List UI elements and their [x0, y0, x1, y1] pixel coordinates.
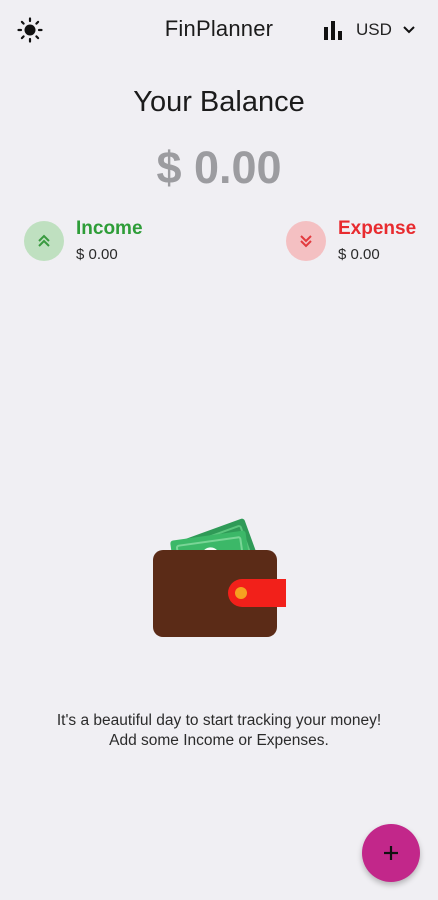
expense-value: $ 0.00	[338, 246, 380, 263]
plus-icon	[384, 846, 398, 860]
chevron-down-icon	[403, 26, 415, 34]
bar-chart-icon	[324, 21, 342, 40]
income-value: $ 0.00	[76, 246, 118, 263]
currency-dropdown[interactable]: USD	[356, 18, 416, 42]
income-icon-badge	[24, 221, 64, 261]
expense-label: Expense	[338, 218, 417, 239]
empty-state-line-2: Add some Income or Expenses.	[109, 732, 329, 749]
expense-summary[interactable]: Expense $ 0.00	[286, 218, 426, 268]
double-chevron-down-icon	[300, 235, 312, 248]
income-label: Income	[76, 218, 143, 239]
empty-state-line-1: It's a beautiful day to start tracking y…	[56, 712, 382, 729]
empty-state-message: It's a beautiful day to start tracking y…	[0, 711, 438, 751]
balance-amount: $ 0.00	[156, 142, 282, 193]
double-chevron-up-icon	[38, 234, 50, 247]
income-summary[interactable]: Income $ 0.00	[24, 218, 174, 268]
balance-title: Your Balance	[133, 86, 305, 118]
wallet-icon	[153, 518, 286, 637]
expense-icon-badge	[286, 221, 326, 261]
app-bar: FinPlanner USD	[0, 0, 438, 60]
currency-label: USD	[356, 20, 392, 39]
statistics-button[interactable]	[320, 17, 346, 43]
add-transaction-button[interactable]	[362, 824, 420, 882]
